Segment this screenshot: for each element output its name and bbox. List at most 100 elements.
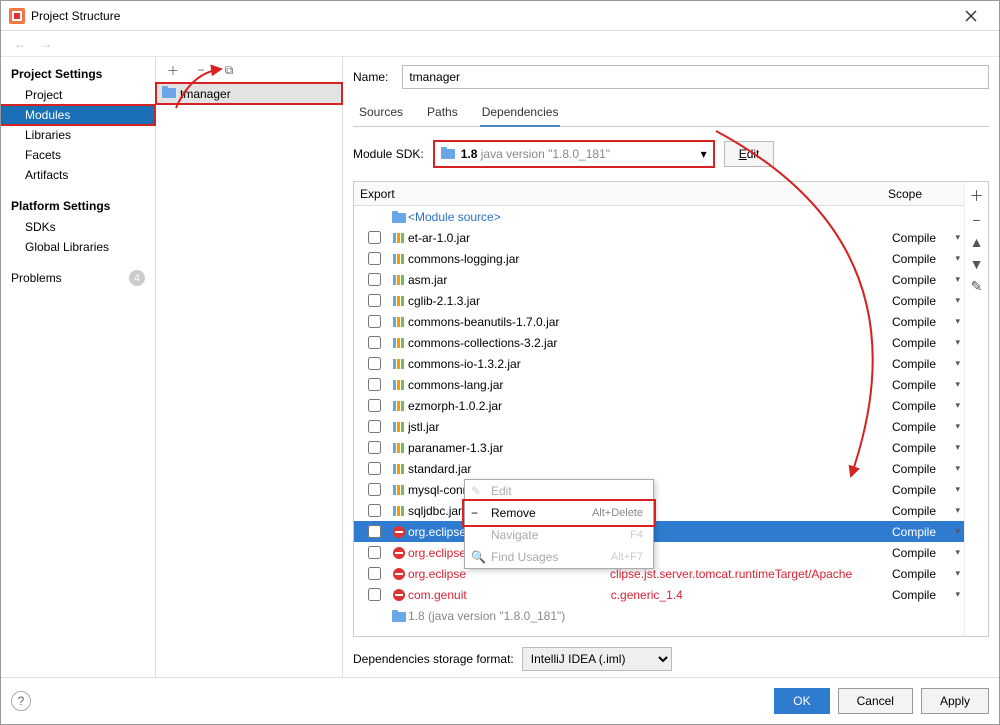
dependency-row[interactable]: ezmorph-1.0.2.jarCompile▾ (354, 395, 964, 416)
dependency-row[interactable]: commons-beanutils-1.7.0.jarCompile▾ (354, 311, 964, 332)
sidebar-item-project[interactable]: Project (1, 85, 155, 105)
sidebar-item-sdks[interactable]: SDKs (1, 217, 155, 237)
dependency-row[interactable]: com.genuitxxxxxxxxxxxxxxxxxxxxxxxxc.gene… (354, 584, 964, 605)
dependency-row[interactable]: mysql-connector-java-5.0.3-bin.jarCompil… (354, 479, 964, 500)
scope-dropdown[interactable]: Compile▾ (892, 273, 960, 287)
module-name-input[interactable] (402, 65, 989, 89)
titlebar: Project Structure (1, 1, 999, 31)
dependency-row[interactable]: commons-collections-3.2.jarCompile▾ (354, 332, 964, 353)
storage-format-select[interactable]: IntelliJ IDEA (.iml) (522, 647, 672, 671)
dependency-row[interactable]: commons-logging.jarCompile▾ (354, 248, 964, 269)
export-checkbox[interactable] (368, 420, 381, 433)
tab-dependencies[interactable]: Dependencies (480, 101, 561, 127)
scope-dropdown[interactable]: Compile▾ (892, 504, 960, 518)
ok-button[interactable]: OK (774, 688, 829, 714)
menu-navigate[interactable]: NavigateF4 (465, 524, 653, 546)
sidebar-item-problems[interactable]: Problems 4 (1, 267, 155, 289)
dependency-row[interactable]: 1.8 (java version "1.8.0_181") (354, 605, 964, 626)
menu-find-usages[interactable]: 🔍Find UsagesAlt+F7 (465, 546, 653, 568)
export-checkbox[interactable] (368, 378, 381, 391)
dependency-row[interactable]: paranamer-1.3.jarCompile▾ (354, 437, 964, 458)
dependency-row[interactable]: org.eclipseCompile▾ (354, 521, 964, 542)
add-dep-button[interactable]: ＋ (970, 186, 984, 206)
scope-dropdown[interactable]: Compile▾ (892, 588, 960, 602)
dependency-row[interactable]: jstl.jarCompile▾ (354, 416, 964, 437)
scope-dropdown[interactable]: Compile▾ (892, 462, 960, 476)
sidebar-item-facets[interactable]: Facets (1, 145, 155, 165)
dependency-row[interactable]: commons-io-1.3.2.jarCompile▾ (354, 353, 964, 374)
dependency-row[interactable]: et-ar-1.0.jarCompile▾ (354, 227, 964, 248)
scope-dropdown[interactable]: Compile▾ (892, 294, 960, 308)
export-checkbox[interactable] (368, 483, 381, 496)
scope-dropdown[interactable]: Compile▾ (892, 483, 960, 497)
dependency-row[interactable]: cglib-2.1.3.jarCompile▾ (354, 290, 964, 311)
forward-button[interactable]: → (35, 33, 57, 55)
export-checkbox[interactable] (368, 273, 381, 286)
back-button[interactable]: ← (9, 33, 31, 55)
dependency-name: et-ar-1.0.jar (408, 231, 892, 245)
apply-button[interactable]: Apply (921, 688, 989, 714)
export-checkbox[interactable] (368, 588, 381, 601)
menu-edit[interactable]: ✎Edit (465, 480, 653, 502)
close-button[interactable] (951, 2, 991, 30)
menu-remove[interactable]: −RemoveAlt+Delete (465, 502, 653, 524)
dependency-row[interactable]: org.eclipsexxxxxxxxxxxxxxxxxxxxxxxxclips… (354, 563, 964, 584)
export-checkbox[interactable] (368, 231, 381, 244)
export-checkbox[interactable] (368, 294, 381, 307)
error-icon (390, 546, 408, 560)
dependencies-table[interactable]: Export Scope <Module source> et-ar-1.0.j… (354, 182, 964, 636)
add-module-button[interactable]: ＋ (162, 59, 184, 81)
dependency-row[interactable]: asm.jarCompile▾ (354, 269, 964, 290)
tab-paths[interactable]: Paths (425, 101, 460, 126)
module-sdk-dropdown[interactable]: 1.8 java version "1.8.0_181" ▾ (434, 141, 714, 167)
edit-dep-button[interactable]: ✎ (971, 278, 983, 295)
scope-dropdown[interactable]: Compile▾ (892, 441, 960, 455)
export-checkbox[interactable] (368, 462, 381, 475)
dependency-row[interactable]: sqljdbc.jarCompile▾ (354, 500, 964, 521)
export-checkbox[interactable] (368, 315, 381, 328)
export-checkbox[interactable] (368, 399, 381, 412)
move-down-button[interactable]: ▼ (970, 256, 984, 272)
sidebar-item-artifacts[interactable]: Artifacts (1, 165, 155, 185)
scope-dropdown[interactable]: Compile▾ (892, 546, 960, 560)
help-button[interactable]: ? (11, 691, 31, 711)
copy-module-button[interactable]: ⧉ (218, 59, 240, 81)
scope-dropdown[interactable]: Compile▾ (892, 252, 960, 266)
module-list-panel: ＋ − ⧉ tmanager (156, 57, 343, 677)
export-checkbox[interactable] (368, 336, 381, 349)
dependency-row[interactable]: standard.jarCompile▾ (354, 458, 964, 479)
column-scope[interactable]: Scope (888, 187, 964, 201)
scope-dropdown[interactable]: Compile▾ (892, 567, 960, 581)
remove-dep-button[interactable]: − (972, 212, 980, 228)
remove-module-button[interactable]: − (190, 59, 212, 81)
module-source-row[interactable]: <Module source> (354, 206, 964, 227)
dependency-row[interactable]: org.eclipsexxxxxxxxxxxxxxxxxxxxxxxxerCom… (354, 542, 964, 563)
tab-sources[interactable]: Sources (357, 101, 405, 126)
export-checkbox[interactable] (368, 546, 381, 559)
scope-dropdown[interactable]: Compile▾ (892, 315, 960, 329)
edit-sdk-button[interactable]: Edit (724, 141, 775, 167)
scope-dropdown[interactable]: Compile▾ (892, 378, 960, 392)
sidebar-item-modules[interactable]: Modules (1, 105, 155, 125)
sidebar-item-libraries[interactable]: Libraries (1, 125, 155, 145)
dependency-name: asm.jar (408, 273, 892, 287)
export-checkbox[interactable] (368, 441, 381, 454)
jar-icon (390, 421, 408, 433)
move-up-button[interactable]: ▲ (970, 234, 984, 250)
export-checkbox[interactable] (368, 525, 381, 538)
sidebar-item-global-libraries[interactable]: Global Libraries (1, 237, 155, 257)
export-checkbox[interactable] (368, 252, 381, 265)
column-export[interactable]: Export (354, 187, 394, 201)
export-checkbox[interactable] (368, 504, 381, 517)
scope-dropdown[interactable]: Compile▾ (892, 420, 960, 434)
export-checkbox[interactable] (368, 567, 381, 580)
scope-dropdown[interactable]: Compile▾ (892, 525, 960, 539)
scope-dropdown[interactable]: Compile▾ (892, 336, 960, 350)
scope-dropdown[interactable]: Compile▾ (892, 399, 960, 413)
dependency-row[interactable]: commons-lang.jarCompile▾ (354, 374, 964, 395)
scope-dropdown[interactable]: Compile▾ (892, 231, 960, 245)
export-checkbox[interactable] (368, 357, 381, 370)
module-tmanager[interactable]: tmanager (156, 83, 342, 104)
scope-dropdown[interactable]: Compile▾ (892, 357, 960, 371)
cancel-button[interactable]: Cancel (838, 688, 913, 714)
